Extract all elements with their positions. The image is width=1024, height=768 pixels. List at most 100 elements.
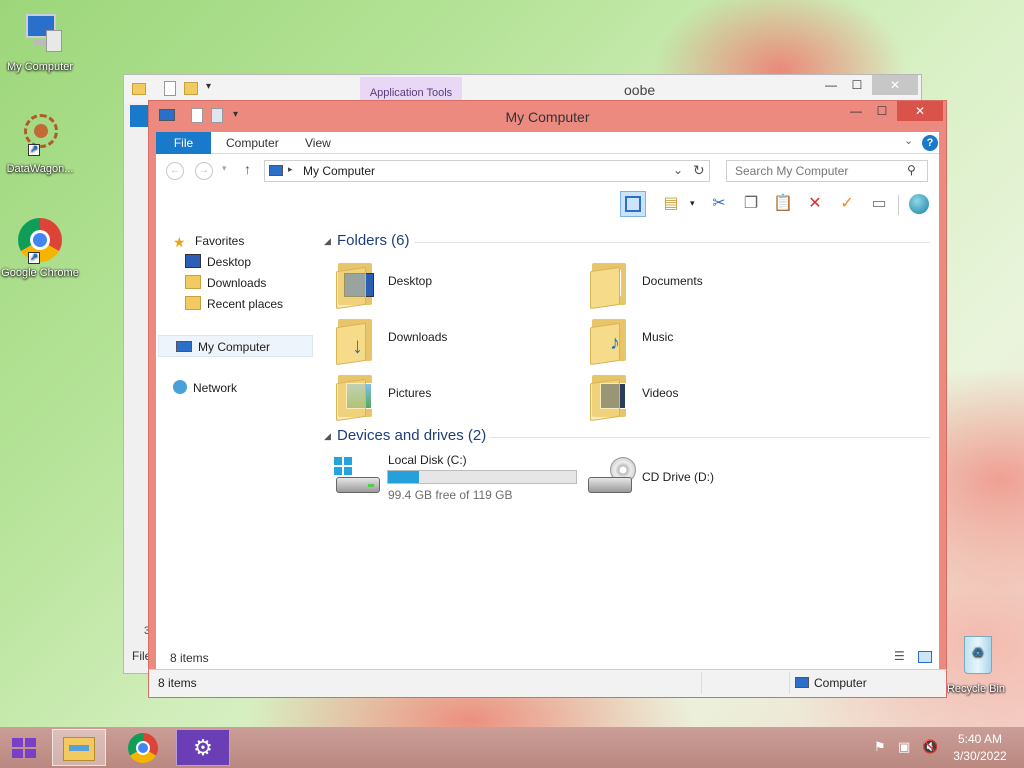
preview-pane-button[interactable]: [620, 191, 646, 217]
collapse-icon[interactable]: ◢: [324, 236, 331, 247]
clock-date: 3/30/2022: [953, 749, 1007, 763]
delete-icon[interactable]: ✕: [802, 191, 828, 217]
computer-icon: [269, 165, 283, 176]
folder-icon: [590, 259, 630, 310]
chevron-down-icon[interactable]: ⌄: [904, 134, 913, 147]
folder-icon: [336, 371, 376, 422]
tab-computer[interactable]: Computer: [226, 132, 279, 154]
tab-file[interactable]: File: [156, 132, 211, 154]
nav-label: My Computer: [198, 340, 271, 354]
paste-icon[interactable]: 📋: [770, 191, 796, 217]
search-input[interactable]: Search My Computer ⚲: [726, 160, 928, 182]
maximize-button[interactable]: ☐: [869, 101, 895, 121]
nav-label: Desktop: [207, 255, 252, 269]
download-arrow-icon: ↓: [352, 333, 363, 358]
nav-label: Network: [193, 381, 238, 395]
taskbar-settings[interactable]: ⚙: [176, 729, 230, 766]
rename-icon[interactable]: ▭: [866, 191, 892, 217]
status-divider: [701, 672, 702, 694]
refresh-icon[interactable]: ↻: [693, 162, 705, 179]
details-view-icon[interactable]: ☰: [894, 649, 905, 663]
search-icon[interactable]: ⚲: [907, 163, 916, 177]
tab-view[interactable]: View: [305, 132, 331, 154]
minimize-button[interactable]: —: [818, 75, 844, 95]
folder-item-documents[interactable]: Documents: [584, 255, 824, 311]
quick-toolbar: ▤ ▾ ✂ ❐ 📋 ✕ ✓ ▭: [156, 186, 939, 220]
close-button[interactable]: ✕: [897, 101, 943, 121]
nav-network[interactable]: Network: [173, 378, 237, 398]
downloads-icon: [185, 275, 201, 289]
chevron-down-icon[interactable]: ⌄: [673, 163, 683, 177]
drive-local-disk[interactable]: Local Disk (C:) 99.4 GB free of 119 GB: [330, 451, 580, 503]
shell-icon[interactable]: [906, 191, 932, 217]
new-folder-icon: [184, 82, 198, 95]
chevron-right-icon[interactable]: ▸: [288, 164, 293, 175]
folder-item-videos[interactable]: Videos: [584, 367, 824, 423]
taskbar-file-explorer[interactable]: [52, 729, 106, 766]
navigation-pane: ★ Favorites Desktop Downloads Recent plac…: [155, 225, 317, 665]
nav-label: Downloads: [207, 276, 267, 290]
nav-desktop[interactable]: Desktop: [185, 252, 251, 272]
network-icon: [173, 380, 187, 394]
desktop-icon: [185, 254, 201, 268]
chevron-down-icon[interactable]: ▾: [690, 198, 695, 209]
copy-icon[interactable]: ❐: [738, 191, 764, 217]
start-button[interactable]: [0, 729, 48, 766]
datawagon-icon: ↗: [16, 112, 64, 160]
properties-icon[interactable]: ▤: [658, 191, 684, 217]
drive-label: Local Disk (C:): [388, 453, 467, 467]
checkmark-icon[interactable]: ✓: [834, 191, 860, 217]
computer-icon: [795, 677, 809, 688]
desktop-icon-label: DataWagon...: [6, 163, 74, 175]
close-button[interactable]: ✕: [872, 75, 918, 95]
chevron-down-icon[interactable]: ▾: [222, 163, 227, 174]
nav-my-computer[interactable]: My Computer: [158, 335, 313, 357]
taskbar-chrome[interactable]: [116, 729, 170, 766]
back-button[interactable]: ←: [166, 162, 184, 180]
folder-icon: ↓: [336, 315, 376, 366]
folder-item-desktop[interactable]: Desktop: [330, 255, 570, 311]
desktop-icon-datawagon[interactable]: ↗ DataWagon...: [0, 112, 80, 176]
drive-label: CD Drive (D:): [642, 470, 714, 484]
volume-muted-icon[interactable]: 🔇: [922, 739, 938, 755]
forward-button[interactable]: →: [195, 162, 213, 180]
cd-drive-icon: [588, 457, 636, 497]
address-text: My Computer: [303, 164, 376, 178]
flag-icon[interactable]: ⚑: [874, 739, 886, 755]
collapse-icon[interactable]: ◢: [324, 431, 331, 442]
chevron-down-icon[interactable]: ▾: [206, 81, 211, 92]
nav-downloads[interactable]: Downloads: [185, 273, 266, 293]
devices-header[interactable]: Devices and drives (2): [337, 427, 486, 444]
gear-icon: ⚙: [193, 735, 213, 760]
up-button[interactable]: ↑: [244, 161, 251, 177]
network-icon[interactable]: ▣: [898, 739, 910, 755]
large-icons-view-icon[interactable]: [918, 651, 932, 663]
folder-item-downloads[interactable]: ↓ Downloads: [330, 311, 570, 367]
nav-label: Favorites: [195, 234, 245, 248]
drive-cd[interactable]: CD Drive (D:): [584, 451, 834, 503]
desktop-icon-label: Recycle Bin: [946, 683, 1006, 695]
back-window-titlebar[interactable]: ▾ Application Tools oobe — ☐ ✕: [124, 75, 921, 103]
minimize-button[interactable]: —: [843, 101, 869, 121]
desktop-icon-google-chrome[interactable]: ↗ Google Chrome: [0, 216, 80, 280]
nav-favorites[interactable]: ★ Favorites: [173, 231, 244, 251]
nav-label: Recent places: [207, 297, 284, 311]
desktop-icon-my-computer[interactable]: My Computer: [0, 10, 80, 74]
maximize-button[interactable]: ☐: [844, 75, 870, 95]
folder-item-music[interactable]: ♪ Music: [584, 311, 824, 367]
desktop-icon-recycle-bin[interactable]: ♻ Recycle Bin: [936, 632, 1016, 696]
folders-header[interactable]: Folders (6): [337, 232, 410, 249]
folder-label: Downloads: [388, 330, 448, 344]
folder-item-pictures[interactable]: Pictures: [330, 367, 570, 423]
back-window-title: oobe: [624, 82, 656, 98]
nav-recent-places[interactable]: Recent places: [185, 294, 283, 314]
folder-icon: ♪: [590, 315, 630, 366]
clock[interactable]: 5:40 AM 3/30/2022: [948, 732, 1012, 763]
folder-icon: [132, 83, 146, 95]
music-note-icon: ♪: [610, 332, 620, 354]
drive-usage-bar: [387, 470, 577, 484]
cut-icon[interactable]: ✂: [706, 191, 732, 217]
address-bar[interactable]: ▸ My Computer ⌄ ↻: [264, 160, 710, 182]
help-icon[interactable]: ?: [922, 135, 938, 151]
desktop-icon-label: Google Chrome: [1, 267, 79, 279]
